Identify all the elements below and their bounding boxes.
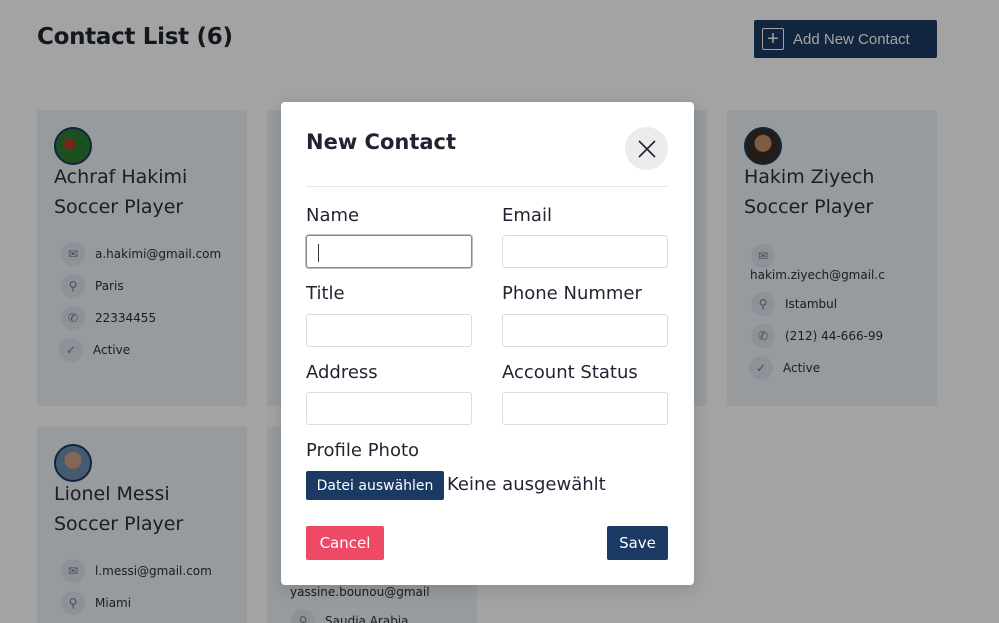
phone-input[interactable] — [502, 314, 668, 347]
phone-label: Phone Nummer — [502, 283, 642, 304]
save-button[interactable]: Save — [607, 526, 668, 560]
text-caret — [318, 244, 319, 262]
email-label: Email — [502, 205, 552, 226]
modal-title: New Contact — [306, 130, 457, 154]
address-input[interactable] — [306, 392, 472, 425]
account-status-label: Account Status — [502, 362, 638, 383]
modal-divider — [306, 186, 668, 187]
address-label: Address — [306, 362, 378, 383]
close-icon — [637, 139, 656, 158]
name-input[interactable] — [306, 235, 472, 268]
close-button[interactable] — [625, 127, 668, 170]
title-label: Title — [306, 283, 345, 304]
email-input[interactable] — [502, 235, 668, 268]
cancel-button[interactable]: Cancel — [306, 526, 384, 560]
choose-file-button[interactable]: Datei auswählen — [306, 471, 444, 500]
account-status-input[interactable] — [502, 392, 668, 425]
profile-photo-label: Profile Photo — [306, 440, 420, 461]
title-input[interactable] — [306, 314, 472, 347]
file-status-text: Keine ausgewählt — [447, 474, 606, 495]
new-contact-modal: New Contact Name Email Title Phone Numme… — [281, 102, 694, 585]
name-label: Name — [306, 205, 360, 226]
